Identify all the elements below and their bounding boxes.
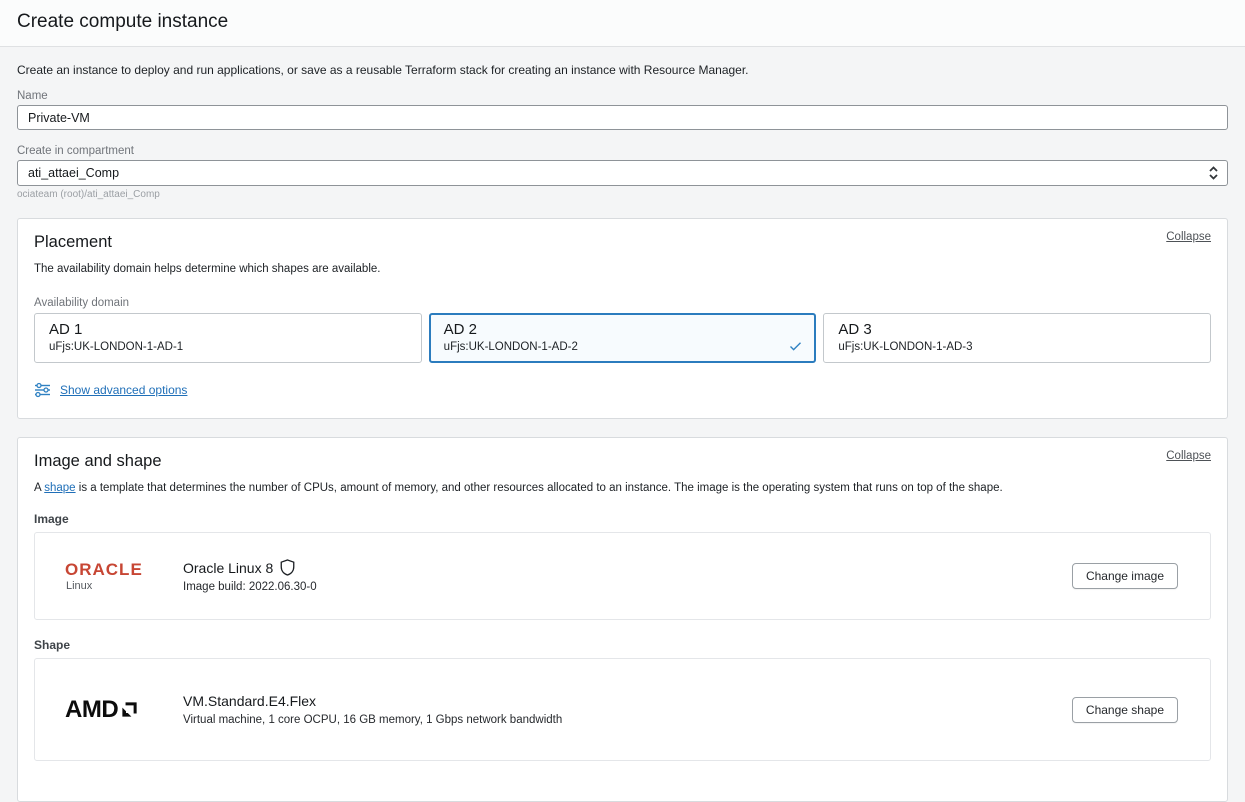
image-name: Oracle Linux 8	[183, 560, 273, 576]
placement-description: The availability domain helps determine …	[34, 263, 1211, 275]
create-instance-form: Create an instance to deploy and run app…	[0, 47, 1245, 802]
checkmark-icon	[788, 339, 803, 354]
name-input[interactable]	[17, 105, 1228, 130]
page-title: Create compute instance	[17, 11, 1228, 33]
oracle-logo-subtext: Linux	[66, 580, 157, 592]
placement-section: Placement Collapse The availability doma…	[17, 218, 1228, 419]
shape-doc-link[interactable]: shape	[44, 482, 75, 494]
show-advanced-options-link[interactable]: Show advanced options	[60, 383, 187, 397]
ad-card-name: AD 1	[49, 321, 407, 338]
description-prefix: A	[34, 482, 44, 494]
compartment-field-group: Create in compartment ati_attaei_Comp oc…	[17, 145, 1228, 200]
selected-shape-card: AMD VM.Standard.E4.Flex Virtual machine,…	[34, 658, 1211, 761]
shield-icon	[280, 559, 295, 576]
oracle-linux-logo: ORACLE Linux	[65, 561, 157, 592]
shape-details-text: Virtual machine, 1 core OCPU, 16 GB memo…	[183, 714, 562, 726]
placement-collapse-link[interactable]: Collapse	[1166, 231, 1211, 243]
ad-card-code: uFjs:UK-LONDON-1-AD-3	[838, 341, 1196, 353]
name-field-label: Name	[17, 90, 1228, 102]
availability-domain-options: AD 1 uFjs:UK-LONDON-1-AD-1 AD 2 uFjs:UK-…	[34, 313, 1211, 363]
page-header: Create compute instance	[0, 0, 1245, 47]
image-shape-description: A shape is a template that determines th…	[34, 482, 1211, 494]
image-build-text: Image build: 2022.06.30-0	[183, 581, 317, 593]
ad-card-name: AD 2	[444, 321, 802, 338]
placement-title: Placement	[34, 233, 112, 252]
availability-domain-label: Availability domain	[34, 297, 1211, 309]
description-suffix: is a template that determines the number…	[76, 482, 1003, 494]
amd-logo: AMD	[65, 698, 157, 722]
selected-image-card: ORACLE Linux Oracle Linux 8 Image build:…	[34, 532, 1211, 620]
ad-card-name: AD 3	[838, 321, 1196, 338]
name-field-group: Name	[17, 90, 1228, 130]
ad-card-1[interactable]: AD 1 uFjs:UK-LONDON-1-AD-1	[34, 313, 422, 363]
shape-label: Shape	[34, 638, 1211, 652]
image-and-shape-title: Image and shape	[34, 452, 162, 471]
change-shape-button[interactable]: Change shape	[1072, 697, 1178, 723]
ad-card-code: uFjs:UK-LONDON-1-AD-2	[444, 341, 802, 353]
compartment-path-helper: ociateam (root)/ati_attaei_Comp	[17, 189, 1228, 200]
ad-card-2-selected[interactable]: AD 2 uFjs:UK-LONDON-1-AD-2	[429, 313, 817, 363]
amd-arrow-mark-icon	[120, 700, 139, 719]
oracle-logo-text: ORACLE	[65, 561, 157, 578]
amd-logo-text: AMD	[65, 698, 118, 722]
sliders-icon	[34, 382, 51, 398]
ad-card-3[interactable]: AD 3 uFjs:UK-LONDON-1-AD-3	[823, 313, 1211, 363]
shape-name: VM.Standard.E4.Flex	[183, 693, 316, 709]
image-shape-collapse-link[interactable]: Collapse	[1166, 450, 1211, 462]
stepper-icon[interactable]	[1208, 166, 1219, 180]
image-label: Image	[34, 512, 1211, 526]
compartment-selected-value: ati_attaei_Comp	[28, 166, 119, 180]
image-and-shape-section: Image and shape Collapse A shape is a te…	[17, 437, 1228, 802]
compartment-field-label: Create in compartment	[17, 145, 1228, 157]
ad-card-code: uFjs:UK-LONDON-1-AD-1	[49, 341, 407, 353]
compartment-select[interactable]: ati_attaei_Comp	[17, 160, 1228, 186]
intro-text: Create an instance to deploy and run app…	[17, 63, 1228, 77]
change-image-button[interactable]: Change image	[1072, 563, 1178, 589]
